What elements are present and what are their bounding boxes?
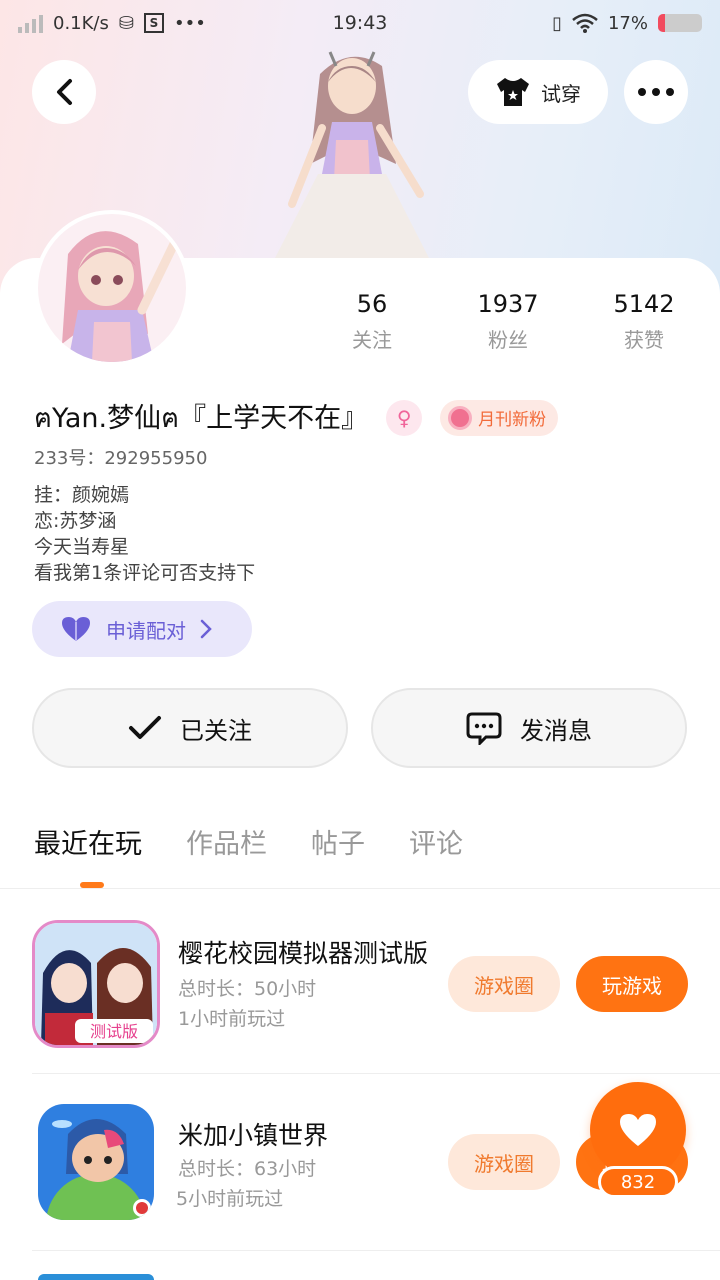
stat-value: 5142 [613, 290, 675, 318]
stat-value: 1937 [477, 290, 539, 318]
username: ฅYan.梦仙ฅ『上学天不在』 [34, 403, 369, 434]
try-on-button[interactable]: 试穿 [468, 60, 608, 124]
signal-icon [18, 13, 43, 33]
badge-label: 月刊新粉 [478, 410, 547, 430]
bio-line: 恋:苏梦涵 [34, 510, 117, 532]
vibrate-icon: ▯ [552, 12, 562, 34]
heart-icon [620, 1114, 656, 1146]
check-icon [129, 716, 161, 739]
chevron-right-icon [200, 619, 212, 639]
battery-percent: 17% [607, 12, 648, 34]
badge-medal-icon [448, 405, 473, 430]
bio-line: 今天当寿星 [34, 536, 130, 558]
game-duration: 总时长：50小时 [178, 978, 317, 1000]
game-icon[interactable] [38, 1104, 154, 1220]
sakura-school-icon: 测试版 [35, 923, 157, 1045]
bio-line: 看我第1条评论可否支持下 [34, 562, 256, 584]
stat-label: 获赞 [624, 328, 664, 352]
database-icon: ⛁ [118, 12, 134, 34]
tab-works[interactable]: 作品栏 [186, 822, 267, 861]
list-divider [32, 1250, 720, 1251]
username-row: ฅYan.梦仙ฅ『上学天不在』 ♀ 月刊新粉 [34, 396, 559, 439]
bio: 挂：颜婉嫣 恋:苏梦涵 今天当寿星 看我第1条评论可否支持下 [34, 482, 255, 586]
icon-badge-text: 测试版 [90, 1022, 138, 1041]
character-figure [274, 51, 430, 260]
avatar[interactable] [34, 210, 190, 366]
tab-recently-played[interactable]: 最近在玩 [34, 822, 142, 861]
like-count: 832 [598, 1166, 678, 1198]
tabs-divider [0, 888, 720, 889]
chat-bubble-icon [466, 712, 502, 745]
more-notifications-icon: ••• [173, 12, 206, 34]
stat-value: 56 [356, 290, 388, 318]
play-game-button[interactable]: 玩游戏 [576, 956, 688, 1012]
game-circle-button[interactable]: 游戏圈 [448, 1134, 560, 1190]
pairing-label: 申请配对 [106, 618, 186, 643]
apply-pairing-button[interactable]: 申请配对 [32, 601, 252, 657]
miga-world-icon [38, 1104, 154, 1220]
chevron-left-icon [57, 79, 72, 105]
tab-posts[interactable]: 帖子 [311, 822, 365, 861]
app-notification-icon: S [143, 13, 164, 33]
list-divider [32, 1073, 720, 1074]
fan-badge[interactable]: 月刊新粉 [440, 399, 559, 436]
game-title[interactable]: 樱花校园模拟器测试版 [178, 934, 430, 970]
game-row[interactable]: 测试版 樱花校园模拟器测试版 总时长：50小时 1小时前玩过 游戏圈 玩游戏 [0, 920, 720, 1096]
stat-following[interactable]: 56 关注 [312, 290, 432, 353]
game-duration: 总时长：63小时 [178, 1158, 317, 1180]
tab-comments[interactable]: 评论 [409, 822, 463, 861]
followed-button[interactable]: 已关注 [32, 688, 348, 768]
try-on-label: 试穿 [541, 81, 581, 106]
stat-likes[interactable]: 5142 获赞 [584, 290, 704, 353]
game-icon[interactable]: 测试版 [32, 920, 160, 1048]
user-id: 233号：292955950 [34, 448, 208, 469]
profile-tabs: 最近在玩 作品栏 帖子 评论 [34, 822, 463, 861]
game-title[interactable]: 米加小镇世界 [178, 1116, 430, 1152]
stat-fans[interactable]: 1937 粉丝 [448, 290, 568, 353]
send-message-button[interactable]: 发消息 [371, 688, 687, 768]
female-gender-icon: ♀ [386, 399, 423, 436]
more-dots-icon [638, 88, 674, 96]
status-bar: 0.1K/s ⛁ S ••• 19:43 ▯ 17% [0, 0, 720, 46]
game-last-played: 5小时前玩过 [176, 1188, 284, 1210]
battery-icon [658, 14, 702, 32]
like-floating-button[interactable] [590, 1082, 686, 1178]
wifi-icon [572, 13, 598, 33]
stat-label: 关注 [352, 328, 392, 352]
message-label: 发消息 [520, 716, 592, 745]
avatar-image [38, 214, 186, 362]
game-last-played: 1小时前玩过 [178, 1008, 286, 1030]
stat-label: 粉丝 [488, 328, 528, 352]
game-icon-peek [38, 1274, 154, 1280]
network-speed: 0.1K/s [53, 12, 109, 34]
game-circle-button[interactable]: 游戏圈 [448, 956, 560, 1012]
tshirt-icon [497, 78, 529, 106]
bio-line: 挂：颜婉嫣 [34, 484, 130, 506]
back-button[interactable] [32, 60, 96, 124]
heart-icon [62, 617, 90, 641]
followed-label: 已关注 [180, 716, 252, 745]
more-options-button[interactable] [624, 60, 688, 124]
